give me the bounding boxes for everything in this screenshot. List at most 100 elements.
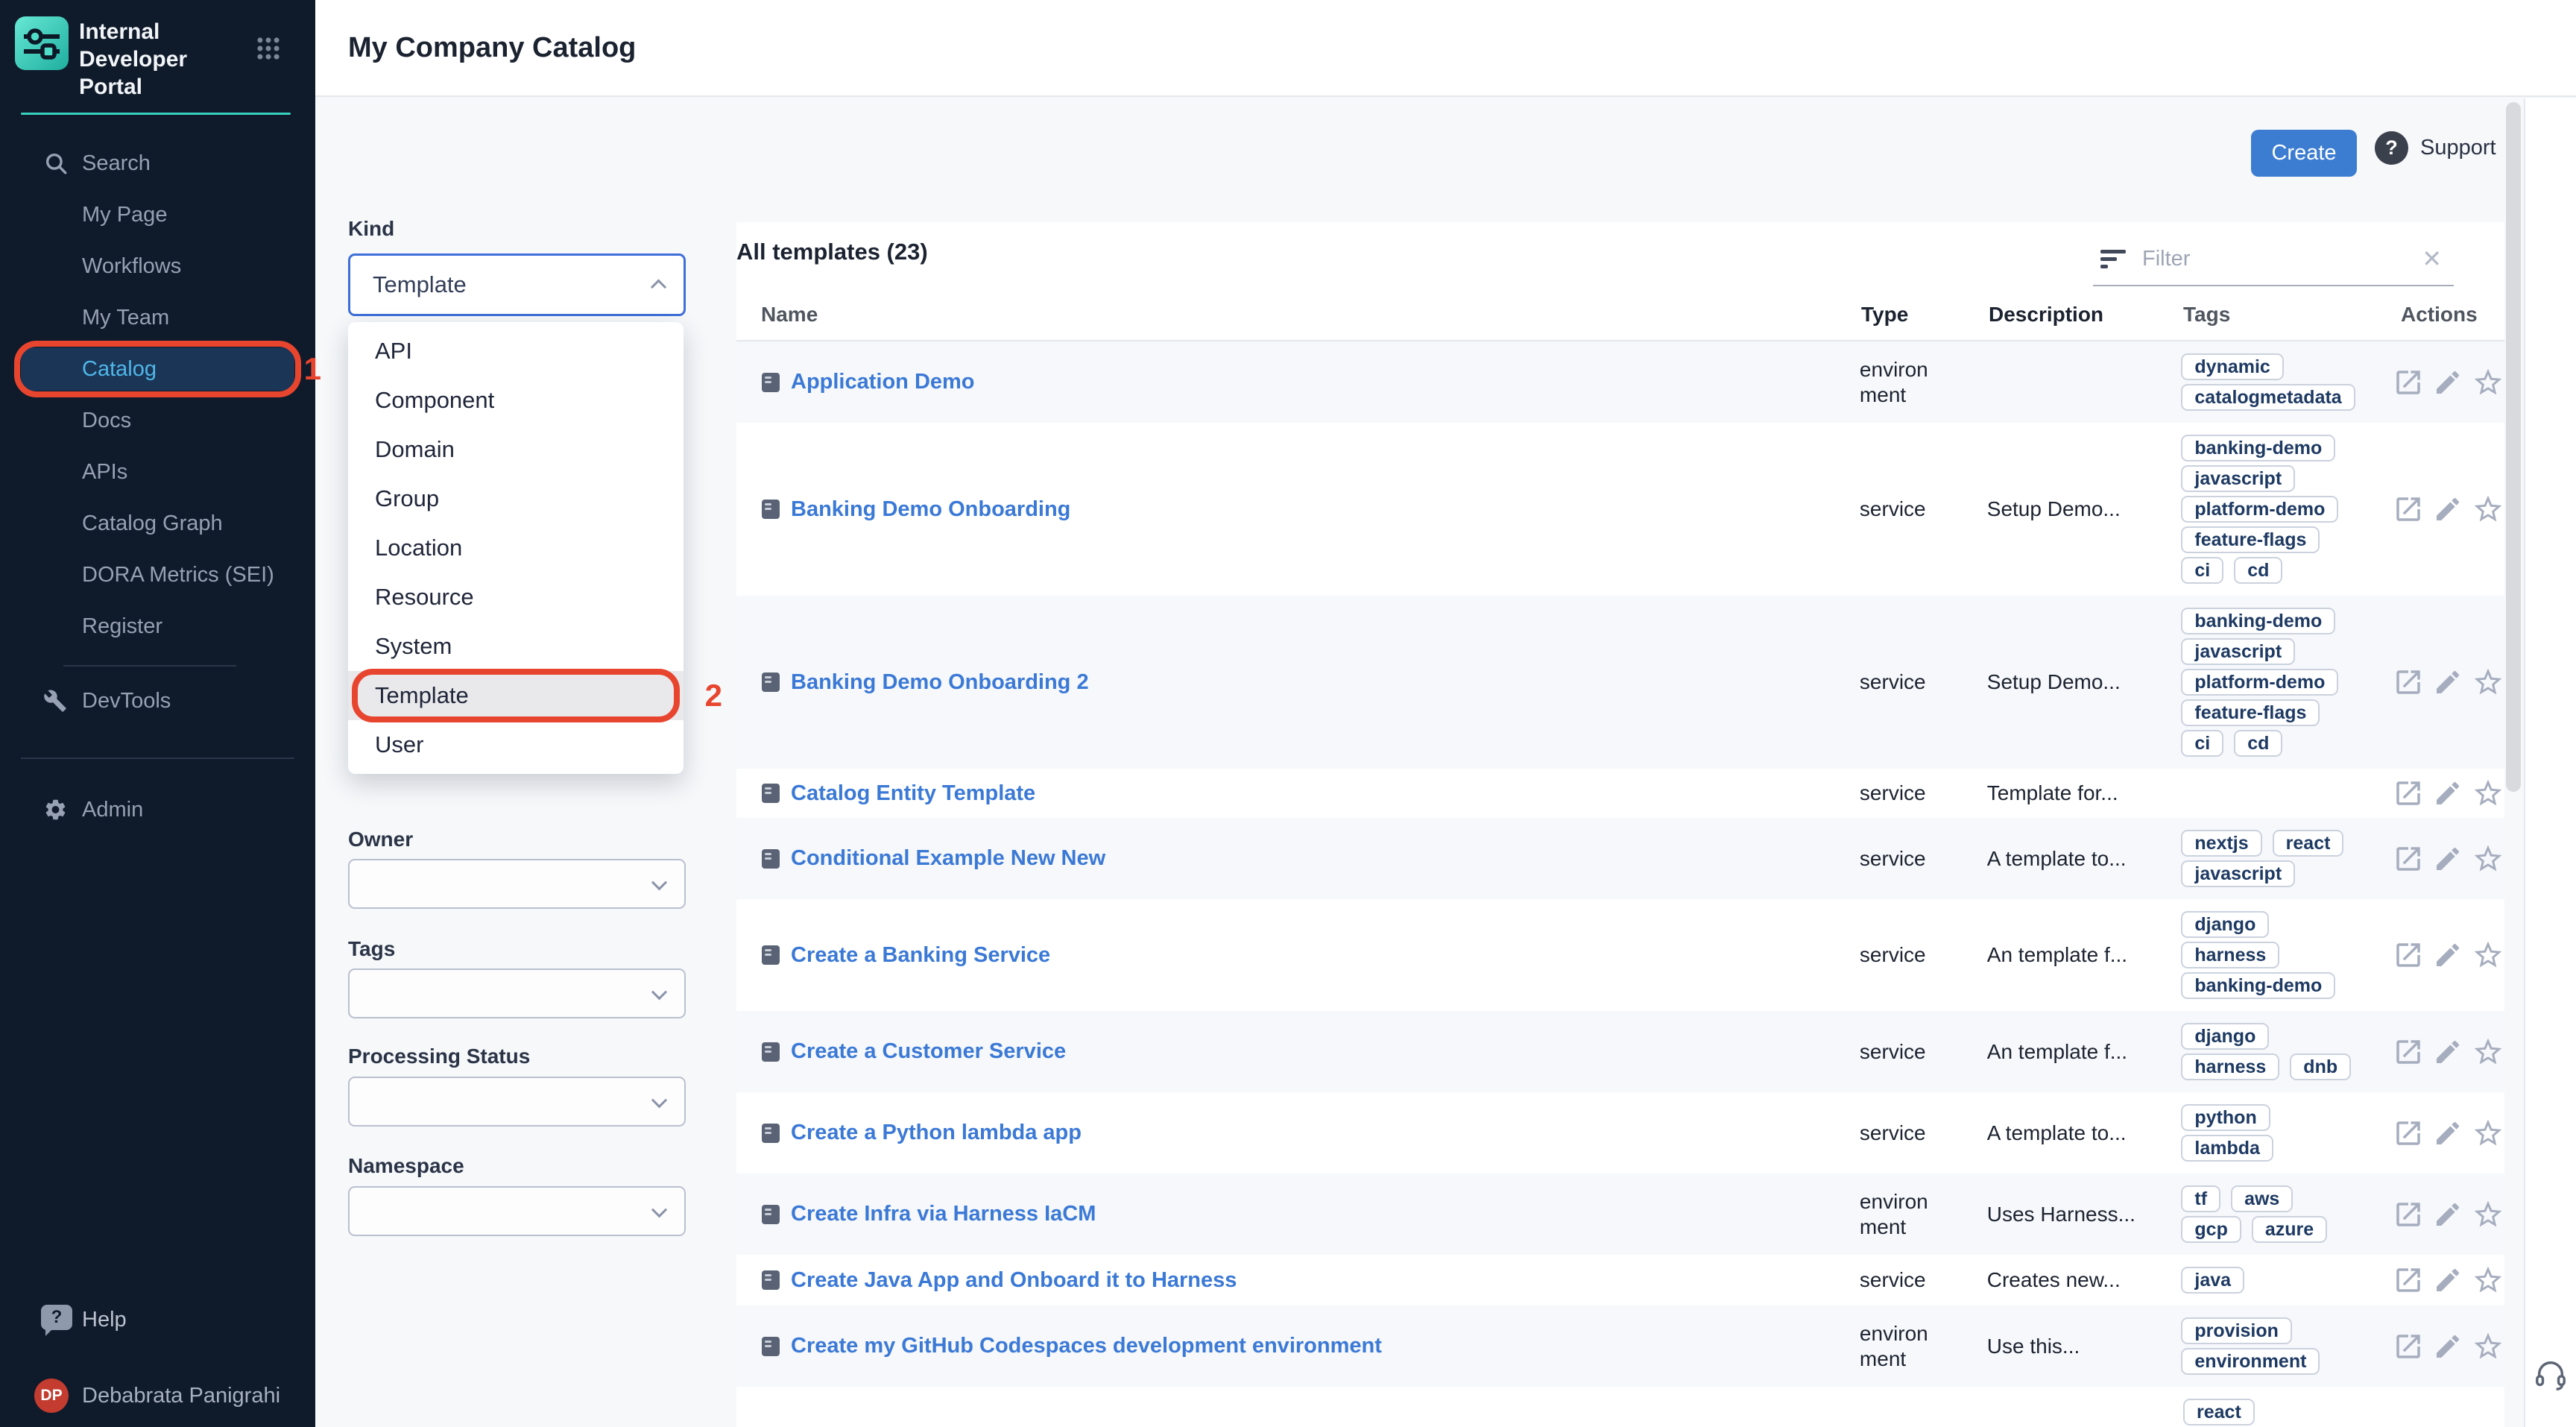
open-in-new-icon[interactable] — [2393, 778, 2424, 809]
sidebar-item-docs[interactable]: Docs — [21, 399, 294, 442]
catalog-entity-icon — [761, 1203, 780, 1226]
filter-placeholder: Filter — [2142, 247, 2422, 271]
clear-filter-icon[interactable]: ✕ — [2422, 245, 2442, 273]
column-header-type[interactable]: Type — [1861, 302, 1946, 327]
favorite-star-icon[interactable] — [2472, 1036, 2504, 1068]
entity-name-link[interactable]: Create Infra via Harness IaCM — [791, 1202, 1096, 1226]
processing-status-select[interactable] — [348, 1077, 686, 1127]
favorite-star-icon[interactable] — [2472, 1330, 2504, 1363]
sidebar-item-catalog-graph[interactable]: Catalog Graph — [21, 502, 294, 545]
entity-tags: pythonlambda — [2181, 1100, 2393, 1165]
edit-pencil-icon[interactable] — [2433, 667, 2463, 697]
entity-name-link[interactable]: Banking Demo Onboarding 2 — [791, 670, 1089, 695]
table-filter-input[interactable]: Filter ✕ — [2093, 233, 2454, 286]
open-in-new-icon[interactable] — [2393, 1264, 2424, 1296]
favorite-star-icon[interactable] — [2472, 939, 2504, 971]
edit-pencil-icon[interactable] — [2433, 1037, 2463, 1067]
search-icon — [43, 151, 69, 176]
kind-option-api[interactable]: API — [348, 327, 684, 376]
tags-select[interactable] — [348, 968, 686, 1018]
entity-type: service — [1860, 1121, 1945, 1146]
edit-pencil-icon[interactable] — [2433, 940, 2463, 970]
open-in-new-icon[interactable] — [2393, 1199, 2424, 1230]
entity-name-link[interactable]: Application Demo — [791, 370, 975, 394]
sidebar-item-dora-metrics-sei[interactable]: DORA Metrics (SEI) — [21, 553, 294, 596]
entity-name-link[interactable]: Create Java App and Onboard it to Harnes… — [791, 1268, 1237, 1293]
kind-option-template[interactable]: Template2 — [348, 671, 684, 720]
kind-option-component[interactable]: Component — [348, 376, 684, 425]
favorite-star-icon[interactable] — [2472, 366, 2504, 399]
edit-pencil-icon[interactable] — [2433, 1265, 2463, 1295]
entity-name-link[interactable]: Create a Banking Service — [791, 943, 1050, 968]
kind-option-label: Resource — [375, 584, 474, 611]
entity-tags: banking-demojavascriptplatform-demofeatu… — [2181, 431, 2393, 588]
kind-option-group[interactable]: Group — [348, 474, 684, 523]
column-header-tags[interactable]: Tags — [2183, 303, 2395, 327]
kind-option-location[interactable]: Location — [348, 523, 684, 573]
edit-pencil-icon[interactable] — [2433, 494, 2463, 524]
open-in-new-icon[interactable] — [2393, 1331, 2424, 1362]
open-in-new-icon[interactable] — [2393, 367, 2424, 398]
entity-tags: java — [2181, 1263, 2393, 1297]
vertical-scrollbar[interactable] — [2506, 102, 2521, 792]
favorite-star-icon[interactable] — [2472, 666, 2504, 699]
kind-option-resource[interactable]: Resource — [348, 573, 684, 622]
table-row: Create a Banking ServiceserviceAn templa… — [736, 899, 2504, 1011]
entity-name-link[interactable]: Conditional Example New New — [791, 846, 1105, 871]
support-link[interactable]: ? Support — [2375, 131, 2496, 165]
apps-grid-icon[interactable] — [254, 34, 282, 66]
open-in-new-icon[interactable] — [2393, 1036, 2424, 1068]
open-in-new-icon[interactable] — [2393, 667, 2424, 698]
brand-title: Internal Developer Portal — [79, 16, 250, 101]
kind-select[interactable]: Template — [348, 253, 686, 316]
sidebar-item-devtools[interactable]: DevTools — [21, 679, 294, 722]
favorite-star-icon[interactable] — [2472, 1264, 2504, 1297]
sidebar-item-search[interactable]: Search — [21, 142, 294, 185]
sidebar-item-admin[interactable]: Admin — [21, 788, 294, 831]
entity-description: Uses Harness... — [1987, 1203, 2177, 1226]
kind-option-label: Group — [375, 485, 439, 512]
create-button[interactable]: Create — [2251, 130, 2357, 177]
kind-option-domain[interactable]: Domain — [348, 425, 684, 474]
sidebar-item-label: Catalog Graph — [82, 511, 223, 536]
open-in-new-icon[interactable] — [2393, 1118, 2424, 1149]
sidebar-item-workflows[interactable]: Workflows — [21, 245, 294, 288]
edit-pencil-icon[interactable] — [2433, 778, 2463, 808]
entity-name-link[interactable]: Create a Python lambda app — [791, 1121, 1082, 1145]
user-menu[interactable]: DP Debabrata Panigrahi — [0, 1373, 315, 1418]
kind-option-user[interactable]: User — [348, 720, 684, 769]
favorite-star-icon[interactable] — [2472, 1117, 2504, 1150]
favorite-star-icon[interactable] — [2472, 1198, 2504, 1231]
favorite-star-icon[interactable] — [2472, 493, 2504, 526]
edit-pencil-icon[interactable] — [2433, 368, 2463, 397]
sidebar-item-help[interactable]: ? Help — [0, 1298, 315, 1341]
open-in-new-icon[interactable] — [2393, 494, 2424, 525]
edit-pencil-icon[interactable] — [2433, 844, 2463, 874]
edit-pencil-icon[interactable] — [2433, 1332, 2463, 1361]
table-row: Banking Demo OnboardingserviceSetup Demo… — [736, 423, 2504, 596]
tag-chip: harness — [2181, 942, 2279, 968]
sidebar-item-catalog[interactable]: Catalog1 — [21, 347, 294, 391]
kind-option-system[interactable]: System — [348, 622, 684, 671]
favorite-star-icon[interactable] — [2472, 777, 2504, 810]
namespace-select[interactable] — [348, 1186, 686, 1236]
edit-pencil-icon[interactable] — [2433, 1118, 2463, 1148]
owner-label: Owner — [348, 828, 413, 851]
owner-select[interactable] — [348, 859, 686, 909]
sidebar-item-apis[interactable]: APIs — [21, 450, 294, 494]
open-in-new-icon[interactable] — [2393, 843, 2424, 875]
favorite-star-icon[interactable] — [2472, 842, 2504, 875]
sidebar-item-my-team[interactable]: My Team — [21, 296, 294, 339]
column-header-description[interactable]: Description — [1989, 303, 2179, 327]
support-chat-icon[interactable] — [2534, 1358, 2568, 1396]
column-header-name[interactable]: Name — [761, 303, 1861, 327]
sidebar-item-my-page[interactable]: My Page — [21, 193, 294, 236]
open-in-new-icon[interactable] — [2393, 939, 2424, 971]
entity-name-link[interactable]: Create a Customer Service — [791, 1039, 1066, 1064]
sidebar-item-register[interactable]: Register — [21, 605, 294, 648]
edit-pencil-icon[interactable] — [2433, 1200, 2463, 1229]
table-row: Create a Python lambda appserviceA templ… — [736, 1092, 2504, 1174]
entity-name-link[interactable]: Banking Demo Onboarding — [791, 497, 1070, 522]
entity-name-link[interactable]: Catalog Entity Template — [791, 781, 1035, 806]
entity-name-link[interactable]: Create my GitHub Codespaces development … — [791, 1334, 1382, 1358]
